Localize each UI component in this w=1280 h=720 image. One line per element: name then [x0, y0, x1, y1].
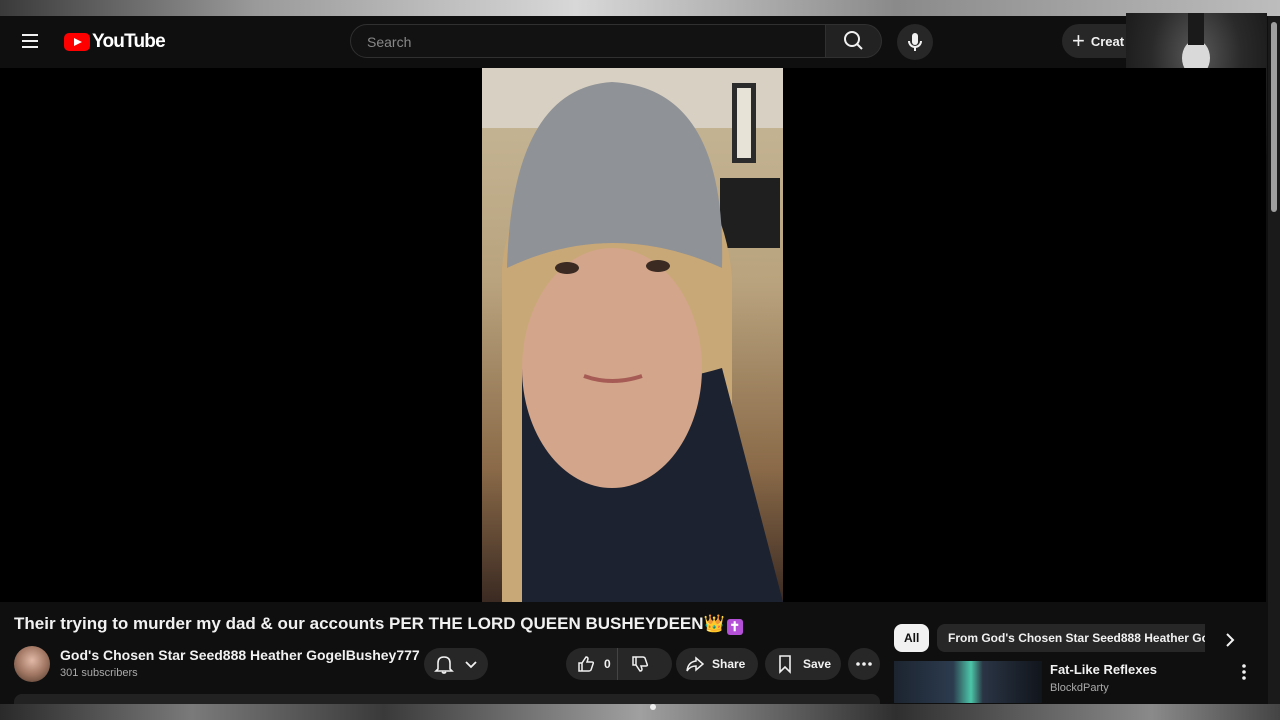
page-scrollbar[interactable] [1268, 16, 1280, 720]
logo-text: YouTube [92, 31, 166, 52]
share-label: Share [712, 657, 746, 671]
background-bottom-strip [0, 704, 1280, 720]
thumbs-down-icon [632, 656, 649, 672]
chip-all[interactable]: All [894, 624, 930, 652]
share-button[interactable]: Share [676, 648, 758, 680]
bell-icon [434, 656, 454, 674]
recommendation-menu-button[interactable] [1236, 662, 1252, 682]
like-count: 0 [604, 657, 611, 671]
youtube-logo[interactable]: YouTube [64, 30, 166, 54]
search-box [350, 24, 826, 59]
share-icon [686, 656, 705, 672]
recommendation-thumbnail[interactable] [894, 661, 1042, 703]
notifications-button[interactable] [424, 648, 488, 680]
dislike-button[interactable] [618, 648, 650, 680]
recommendation-title[interactable]: Fat-Like Reflexes [1050, 662, 1157, 677]
chip-from-channel[interactable]: From God's Chosen Star Seed888 Heather G… [937, 624, 1205, 652]
plus-icon: + [1072, 28, 1085, 53]
search-icon [844, 31, 863, 50]
save-label: Save [803, 657, 832, 671]
crown-emoji: 👑 [703, 614, 725, 633]
subscriber-count: 301 subscribers [60, 667, 138, 679]
chevron-right-icon [1226, 633, 1235, 647]
channel-name[interactable]: God's Chosen Star Seed888 Heather GogelB… [60, 647, 420, 663]
video-frame [482, 68, 783, 602]
chevron-down-icon [465, 661, 477, 669]
video-player[interactable] [0, 68, 1266, 602]
recommendation-channel[interactable]: BlockdParty [1050, 682, 1109, 694]
latin-cross-emoji: ✝ [726, 619, 743, 635]
channel-avatar[interactable] [14, 646, 50, 682]
more-actions-button[interactable] [848, 648, 880, 680]
save-button[interactable]: Save [765, 648, 841, 680]
chips-next-button[interactable] [1218, 628, 1242, 652]
mic-icon [908, 33, 922, 51]
youtube-logo-icon [64, 33, 90, 51]
like-dislike-group: 0 [566, 648, 672, 680]
description-box[interactable] [14, 694, 880, 704]
menu-icon[interactable] [20, 30, 44, 54]
background-dot [650, 704, 656, 710]
thumbs-up-icon [578, 656, 595, 672]
video-title: Their trying to murder my dad & our acco… [14, 614, 874, 635]
search-input[interactable] [365, 25, 809, 59]
scrollbar-thumb[interactable] [1271, 22, 1277, 212]
search-button[interactable] [826, 24, 882, 58]
create-label: Creat [1090, 33, 1125, 49]
more-vertical-icon [1242, 664, 1246, 680]
voice-search-button[interactable] [897, 24, 933, 60]
more-horizontal-icon [856, 662, 872, 666]
like-button[interactable]: 0 [566, 648, 618, 680]
save-icon [779, 655, 791, 674]
video-title-text: Their trying to murder my dad & our acco… [14, 614, 704, 633]
masthead: YouTube + Creat [0, 16, 1280, 68]
background-top-strip [0, 0, 1280, 16]
